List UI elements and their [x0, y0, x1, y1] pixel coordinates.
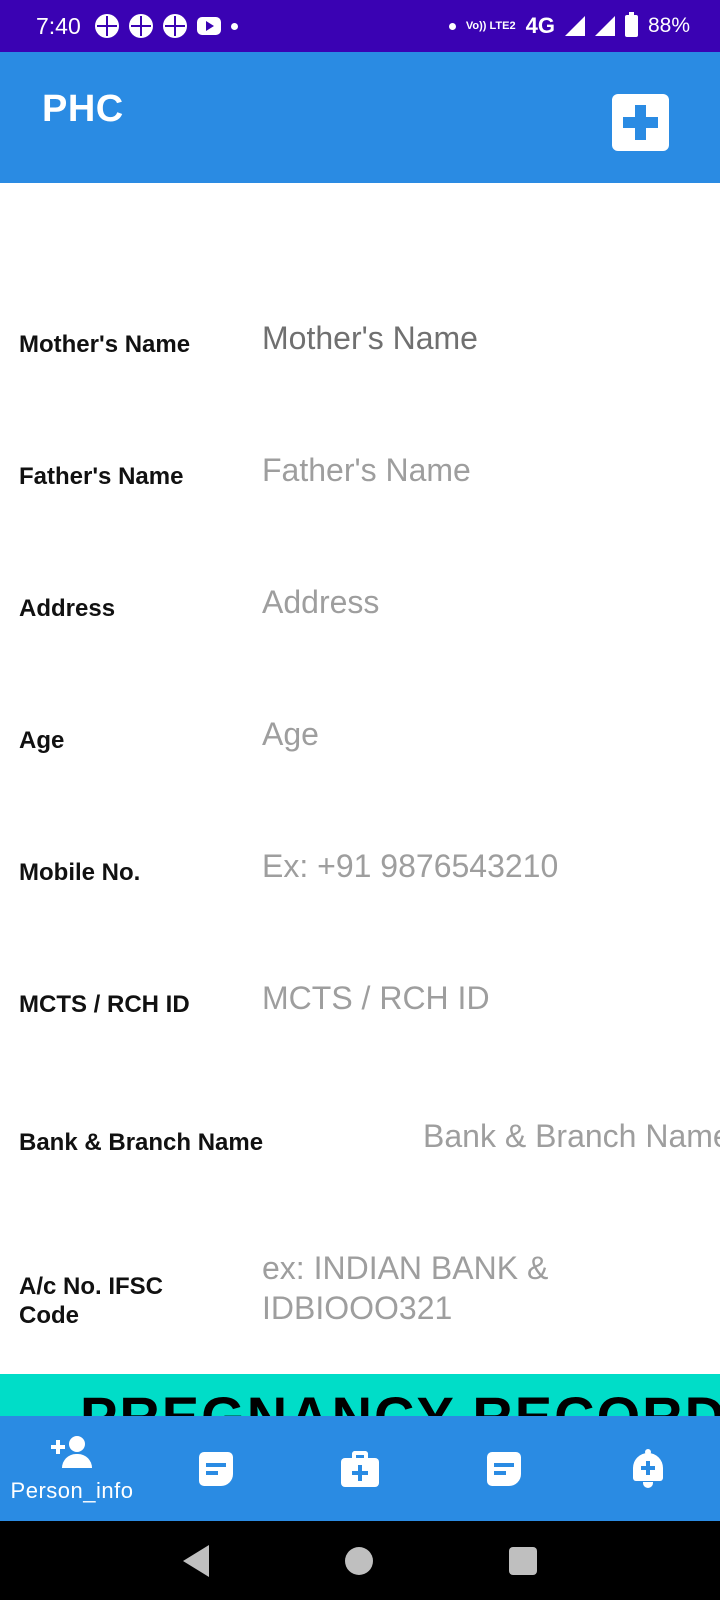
age-input[interactable]: Age [262, 716, 319, 753]
pregnancy-record-banner: PREGNANCY RECORD [0, 1374, 720, 1416]
field-label: A/c No. IFSC Code [19, 1273, 164, 1329]
app-title: PHC [42, 88, 124, 130]
nav-label: Person_info [10, 1477, 134, 1503]
bank-branch-input[interactable]: Bank & Branch Name [423, 1118, 720, 1155]
youtube-icon [196, 17, 221, 35]
field-label: Mobile No. [19, 859, 141, 886]
nav-medkit[interactable] [288, 1416, 432, 1521]
field-label: MCTS / RCH ID [19, 991, 190, 1018]
signal-icon [564, 16, 585, 36]
nav-notes-1[interactable] [144, 1416, 288, 1521]
recent-apps-icon[interactable] [509, 1546, 537, 1575]
mcts-rch-id-input[interactable]: MCTS / RCH ID [262, 980, 490, 1017]
battery-level: 88% [647, 14, 690, 37]
home-icon[interactable] [345, 1546, 373, 1575]
address-input[interactable]: Address [262, 584, 379, 621]
field-label: Mother's Name [19, 331, 191, 358]
account-ifsc-input[interactable]: ex: INDIAN BANK & IDBIOOO321 [262, 1248, 592, 1328]
status-time: 7:40 [36, 12, 81, 39]
nav-notes-2[interactable] [432, 1416, 576, 1521]
app-bar: PHC [0, 52, 720, 183]
battery-icon [624, 12, 638, 37]
back-icon[interactable] [183, 1544, 209, 1577]
note-icon [487, 1451, 521, 1486]
system-nav-bar [0, 1521, 720, 1600]
nav-alerts[interactable] [576, 1416, 720, 1521]
status-bar: 7:40 Vo)) LTE2 4G 88% [0, 0, 720, 52]
field-label: Father's Name [19, 463, 184, 490]
field-label: Bank & Branch Name [19, 1129, 264, 1156]
bell-add-icon [628, 1448, 668, 1489]
person-add-icon [51, 1434, 92, 1474]
volte-indicator: Vo)) LTE2 [465, 19, 516, 32]
field-label: Address [19, 595, 116, 622]
mobile-input[interactable]: Ex: +91 9876543210 [262, 848, 558, 885]
signal-icon [594, 16, 615, 36]
note-icon [199, 1451, 233, 1486]
medkit-icon [340, 1449, 380, 1489]
notification-icon [128, 14, 153, 38]
nav-person-info[interactable]: Person_info [0, 1416, 144, 1521]
dot-icon [448, 22, 456, 30]
more-notifications-icon [230, 22, 238, 30]
field-label: Age [19, 727, 65, 754]
fathers-name-input[interactable]: Father's Name [262, 452, 471, 489]
add-record-button[interactable] [612, 94, 669, 151]
notification-icon [94, 14, 119, 38]
bottom-nav: Person_info [0, 1416, 720, 1521]
network-type: 4G [525, 13, 555, 38]
banner-title: PREGNANCY RECORD [80, 1384, 720, 1416]
mothers-name-input[interactable]: Mother's Name [262, 320, 478, 357]
notification-icon [162, 14, 187, 38]
form-row-bank-branch: Bank & Branch Name Bank & Branch Name [0, 1118, 720, 1168]
